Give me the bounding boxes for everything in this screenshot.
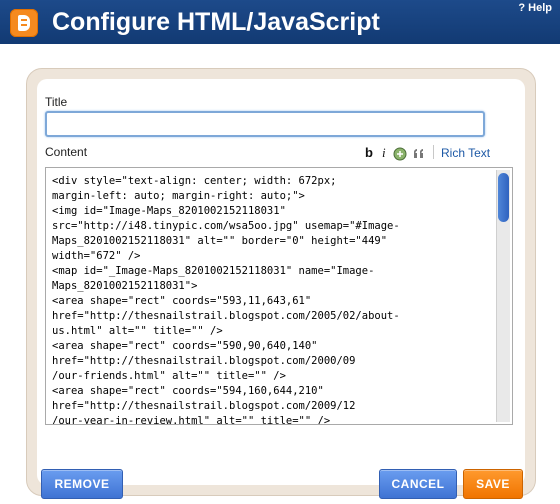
configure-panel: Title Content b i Rich Text <div style="… [26,68,536,499]
save-button[interactable]: SAVE [463,469,523,499]
link-icon[interactable] [393,147,407,161]
content-textarea[interactable]: <div style="text-align: center; width: 6… [45,167,513,425]
italic-icon[interactable]: i [382,145,386,161]
rich-text-link[interactable]: Rich Text [441,146,490,160]
code-content: <div style="text-align: center; width: 6… [52,175,400,425]
title-label: Title [45,95,68,109]
blogger-logo-icon [10,9,38,37]
title-input[interactable] [45,111,485,137]
bold-icon[interactable]: b [365,145,373,160]
scrollbar-track[interactable] [496,170,510,422]
logo-b-mark [18,15,30,31]
configure-card: Title Content b i Rich Text <div style="… [37,79,525,499]
help-link[interactable]: ? Help [518,2,552,14]
page-title: Configure HTML/JavaScript [52,8,380,36]
scrollbar-thumb[interactable] [498,173,509,222]
header-bar: Configure HTML/JavaScript ? Help [0,0,560,44]
remove-button[interactable]: REMOVE [41,469,123,499]
content-label: Content [45,145,88,159]
cancel-button[interactable]: CANCEL [379,469,457,499]
quote-icon[interactable] [412,147,426,161]
toolbar-divider [433,145,434,159]
